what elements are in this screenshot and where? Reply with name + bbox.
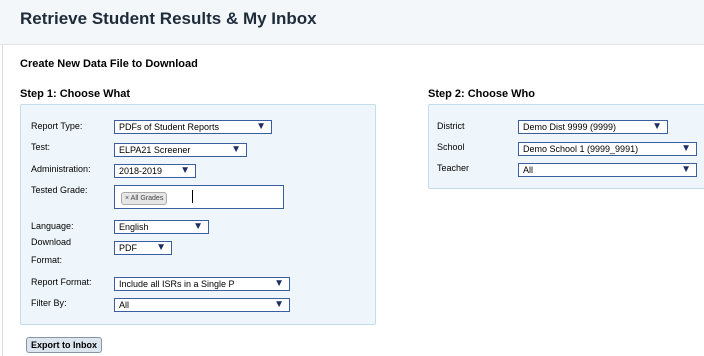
teacher-label: Teacher	[437, 163, 470, 173]
chevron-down-icon: ▼	[156, 242, 166, 253]
language-label: Language:	[31, 221, 74, 231]
export-to-inbox-button[interactable]: Export to Inbox	[26, 337, 102, 353]
report-format-select[interactable]: Include all ISRs in a Single P ▼	[114, 277, 290, 291]
test-label: Test:	[31, 142, 51, 152]
report-type-select[interactable]: PDFs of Student Reports ▼	[114, 120, 272, 134]
page-title: Retrieve Student Results & My Inbox	[20, 9, 317, 28]
teacher-value: All	[523, 165, 534, 175]
language-select[interactable]: English ▼	[114, 220, 209, 234]
tested-grade-input[interactable]: × All Grades	[114, 185, 284, 209]
teacher-select[interactable]: All ▼	[518, 163, 697, 177]
chevron-down-icon: ▼	[231, 144, 241, 155]
report-type-value: PDFs of Student Reports	[119, 122, 220, 132]
step2-title: Step 2: Choose Who	[428, 88, 535, 100]
download-format-label-line1: Download	[31, 237, 72, 247]
all-grades-tag[interactable]: × All Grades	[121, 192, 168, 205]
filter-by-value: All	[119, 300, 130, 310]
download-format-label-line2: Format:	[31, 255, 63, 265]
test-select[interactable]: ELPA21 Screener ▼	[114, 143, 247, 157]
district-value: Demo Dist 9999 (9999)	[523, 122, 617, 132]
text-cursor	[192, 190, 193, 203]
school-value: Demo School 1 (9999_9991)	[523, 144, 639, 154]
chevron-down-icon: ▼	[274, 278, 284, 289]
chevron-down-icon: ▼	[681, 164, 691, 175]
report-type-label: Report Type:	[31, 121, 83, 131]
school-select[interactable]: Demo School 1 (9999_9991) ▼	[518, 142, 697, 156]
section-title: Create New Data File to Download	[20, 58, 198, 70]
download-format-select[interactable]: PDF ▼	[114, 241, 172, 255]
chevron-down-icon: ▼	[193, 221, 203, 232]
language-value: English	[119, 222, 149, 232]
report-format-label: Report Format:	[31, 277, 92, 287]
filter-by-select[interactable]: All ▼	[114, 298, 290, 312]
chevron-down-icon: ▼	[180, 165, 190, 176]
administration-select[interactable]: 2018-2019 ▼	[114, 164, 196, 178]
district-label: District	[437, 121, 465, 131]
filter-by-label: Filter By:	[31, 298, 67, 308]
report-format-value: Include all ISRs in a Single P	[119, 279, 235, 289]
download-format-value: PDF	[119, 243, 137, 253]
school-label: School	[437, 142, 465, 152]
test-value: ELPA21 Screener	[119, 145, 191, 155]
district-select[interactable]: Demo Dist 9999 (9999) ▼	[518, 120, 668, 134]
chevron-down-icon: ▼	[652, 121, 662, 132]
step1-panel	[20, 104, 376, 325]
step1-title: Step 1: Choose What	[20, 88, 131, 100]
chevron-down-icon: ▼	[256, 121, 266, 132]
administration-label: Administration:	[31, 164, 91, 174]
tested-grade-label: Tested Grade:	[31, 185, 88, 195]
chevron-down-icon: ▼	[274, 299, 284, 310]
administration-value: 2018-2019	[119, 166, 163, 176]
chevron-down-icon: ▼	[681, 143, 691, 154]
